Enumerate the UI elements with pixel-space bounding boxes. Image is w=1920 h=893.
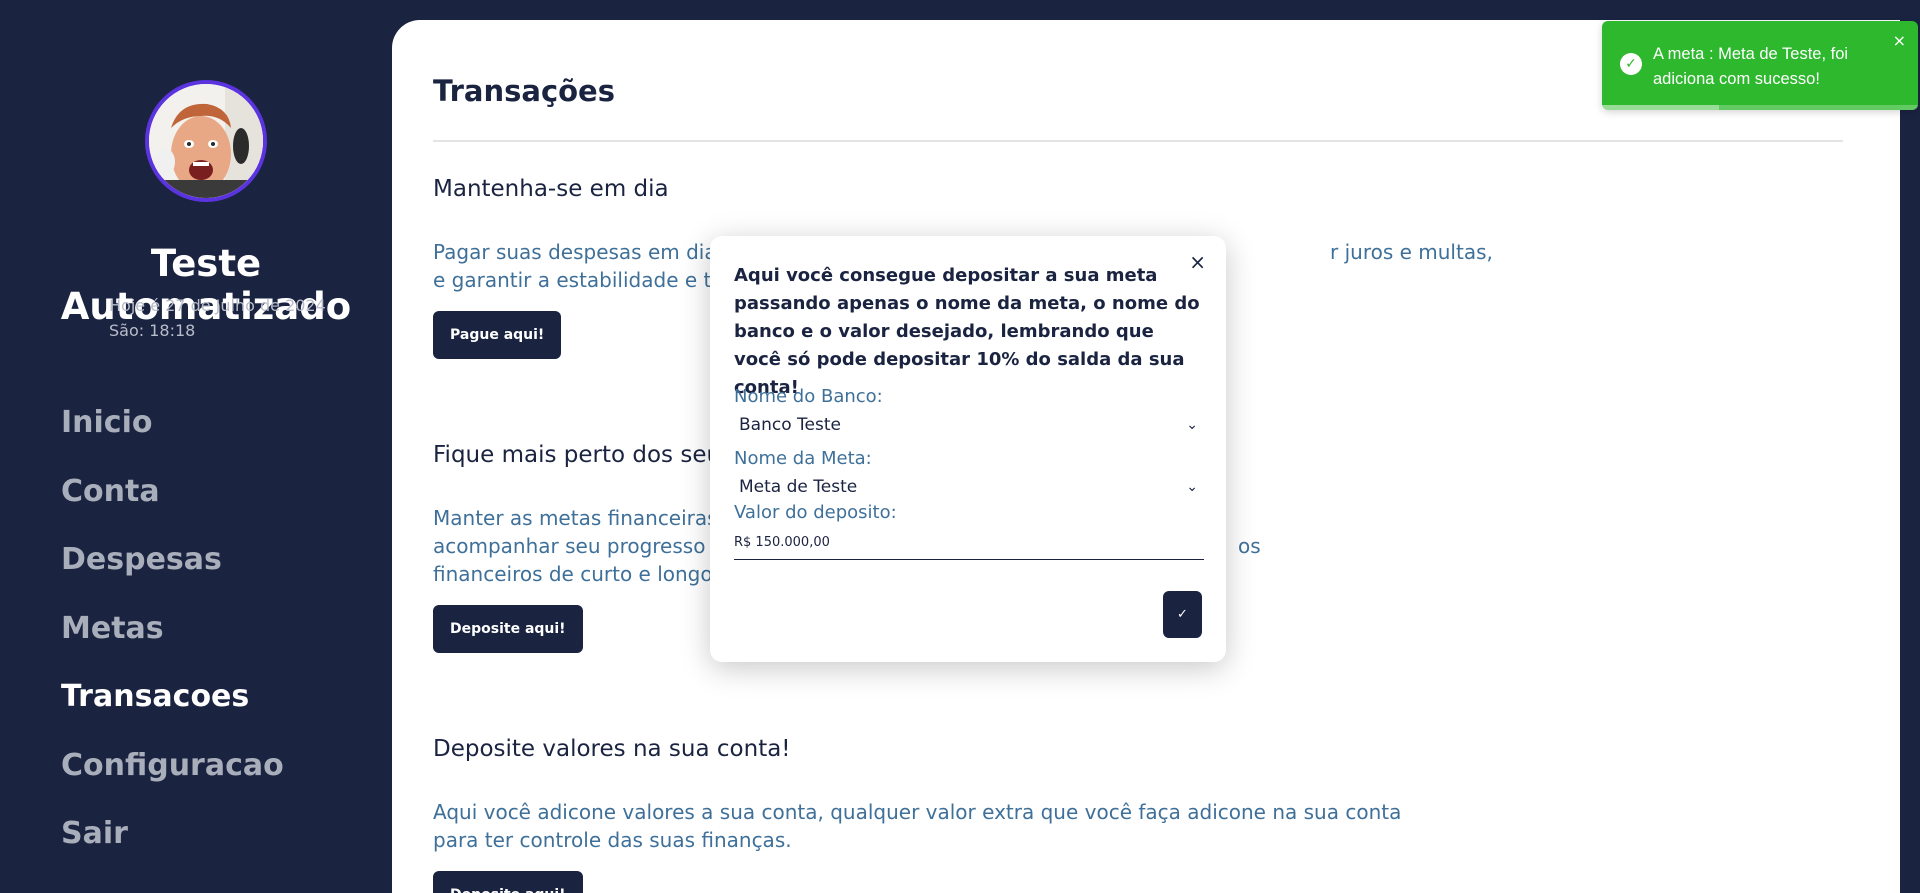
nav-item-transacoes[interactable]: Transacoes <box>61 677 284 746</box>
section-text-goals-line1: Manter as metas financeiras atu <box>433 506 757 530</box>
section-text-pay-line1-end: r juros e multas, <box>1330 240 1493 264</box>
section-text-goals-line3: financeiros de curto e longo pra <box>433 562 753 586</box>
nav-item-metas[interactable]: Metas <box>61 609 284 678</box>
pay-button[interactable]: Pague aqui! <box>433 311 562 359</box>
nav-item-configuracao[interactable]: Configuracao <box>61 746 284 815</box>
section-title-goals: Fique mais perto dos seus <box>433 442 734 468</box>
section-title-deposit: Deposite valores na sua conta! <box>433 736 791 762</box>
bank-label: Nome do Banco: <box>734 386 883 407</box>
bank-select[interactable]: Banco Teste ⌄ <box>734 410 1204 440</box>
chevron-down-icon: ⌄ <box>1186 417 1198 433</box>
deposit-goal-modal: × Aqui você consegue depositar a sua met… <box>710 236 1226 662</box>
nav-item-conta[interactable]: Conta <box>61 472 284 541</box>
section-text-deposit-line1: Aqui você adicone valores a sua conta, q… <box>433 800 1402 824</box>
success-toast: ✓ A meta : Meta de Teste, foi adiciona c… <box>1602 21 1918 110</box>
page-title: Transações <box>433 74 615 108</box>
deposit-goal-button[interactable]: Deposite aqui! <box>433 605 583 653</box>
amount-label: Valor do deposito: <box>734 502 897 523</box>
bank-select-value: Banco Teste <box>739 415 841 435</box>
check-circle-icon: ✓ <box>1620 53 1642 75</box>
avatar[interactable] <box>145 80 267 202</box>
current-date: Hoje é 27 de Julho de 2024 <box>109 296 326 315</box>
sidebar: Teste Automatizado Hoje é 27 de Julho de… <box>0 0 392 893</box>
confirm-button[interactable]: ✓ <box>1163 591 1202 638</box>
close-icon[interactable]: × <box>1893 31 1906 50</box>
section-text-goals-line2-end: os <box>1238 534 1261 558</box>
toast-message: A meta : Meta de Teste, foi adiciona com… <box>1653 45 1849 88</box>
current-time: São: 18:18 <box>109 321 196 340</box>
modal-description: Aqui você consegue depositar a sua meta … <box>734 265 1200 398</box>
nav-item-inicio[interactable]: Inicio <box>61 403 284 472</box>
section-text-deposit-line2: para ter controle das suas finanças. <box>433 828 792 852</box>
section-text-goals-line2: acompanhar seu progresso e ga <box>433 534 756 558</box>
user-name: Teste Automatizado <box>60 242 352 328</box>
goal-select[interactable]: Meta de Teste ⌄ <box>734 472 1204 502</box>
chevron-down-icon: ⌄ <box>1186 479 1198 495</box>
check-icon: ✓ <box>1177 607 1188 622</box>
goal-label: Nome da Meta: <box>734 448 872 469</box>
avatar-photo-icon <box>149 84 263 198</box>
sidebar-nav: Inicio Conta Despesas Metas Transacoes C… <box>61 403 284 883</box>
nav-item-despesas[interactable]: Despesas <box>61 540 284 609</box>
toast-progress-fill <box>1602 105 1719 110</box>
section-text-pay-line2: e garantir a estabilidade e tranq <box>433 268 758 292</box>
deposit-account-button[interactable]: Deposite aqui! <box>433 871 583 893</box>
toast-progress-bar <box>1602 105 1918 110</box>
goal-select-value: Meta de Teste <box>739 477 858 497</box>
amount-input[interactable] <box>734 526 1204 560</box>
section-title-pay: Mantenha-se em dia <box>433 176 669 202</box>
nav-item-sair[interactable]: Sair <box>61 814 284 883</box>
title-divider <box>433 140 1843 142</box>
